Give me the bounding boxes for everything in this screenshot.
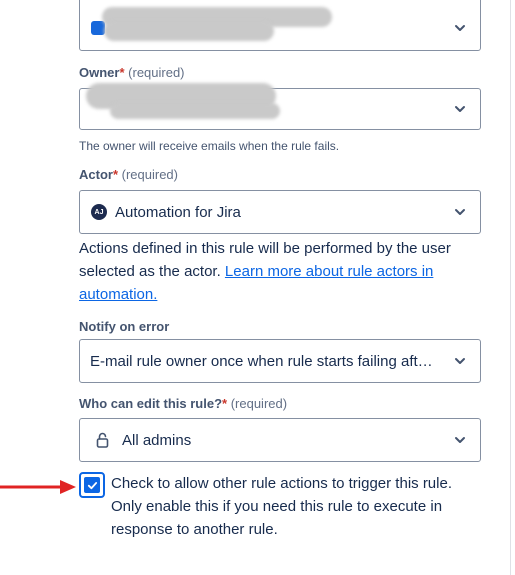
owner-label: Owner* (required) — [79, 65, 185, 80]
actor-required-star: * — [112, 167, 119, 182]
annotation-arrow-icon — [0, 480, 76, 494]
chevron-down-icon — [455, 106, 465, 112]
owner-required-text: (required) — [128, 65, 185, 80]
edit-permission-required-text: (required) — [230, 396, 288, 411]
chevron-down-icon — [455, 209, 465, 215]
chevron-down-icon — [455, 437, 465, 443]
redacted-owner-name-2 — [110, 103, 280, 119]
rule-details-panel: Owner* (required) The owner will receive… — [0, 0, 515, 575]
unlock-icon — [96, 432, 109, 448]
edit-permission-select-value: All admins — [122, 431, 192, 449]
owner-label-text: Owner — [79, 65, 120, 80]
allow-trigger-label: Check to allow other rule actions to tri… — [111, 475, 452, 538]
actor-label: Actor* (required) — [79, 167, 178, 182]
allow-trigger-checkbox[interactable] — [79, 472, 105, 498]
project-icon — [91, 21, 105, 35]
owner-helper-text: The owner will receive emails when the r… — [79, 139, 340, 153]
chevron-down-icon — [455, 358, 465, 364]
chevron-down-icon — [455, 24, 465, 31]
actor-select-value: Automation for Jira — [115, 203, 241, 221]
edit-permission-label-text: Who can edit this rule? — [79, 396, 223, 411]
owner-required-star: * — [119, 65, 125, 80]
edit-permission-label: Who can edit this rule?* (required) — [79, 396, 287, 411]
actor-avatar: AJ — [91, 204, 107, 220]
checkmark-icon — [87, 481, 97, 489]
edit-permission-select[interactable]: All admins — [79, 418, 481, 462]
edit-permission-required-star: * — [222, 396, 228, 411]
panel-right-border — [510, 0, 511, 575]
checkbox-checked-fill — [84, 477, 100, 493]
redacted-project-name-2 — [104, 21, 274, 41]
notify-select[interactable]: E-mail rule owner once when rule starts … — [79, 339, 481, 383]
actor-select[interactable]: AJ Automation for Jira — [79, 190, 481, 234]
actor-label-text: Actor — [79, 167, 113, 182]
actor-required-text: (required) — [121, 167, 178, 182]
notify-label: Notify on error — [79, 319, 170, 334]
actor-description: Actions defined in this rule will be per… — [79, 237, 474, 306]
notify-select-value: E-mail rule owner once when rule starts … — [90, 352, 436, 370]
project-select[interactable] — [79, 0, 481, 51]
owner-select[interactable] — [79, 83, 481, 130]
